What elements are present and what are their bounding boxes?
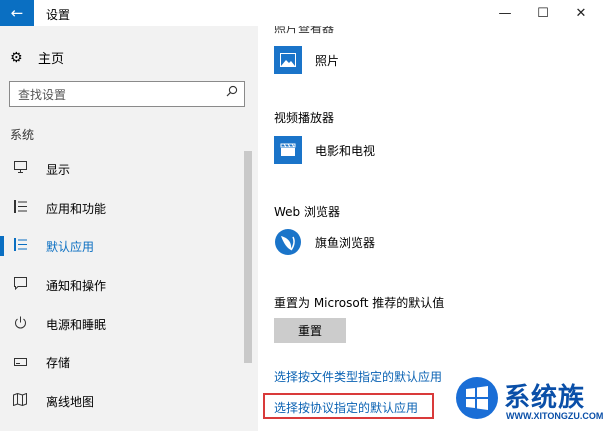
browser-app-name: 旗鱼浏览器 [315,235,376,250]
close-button[interactable]: ✕ [564,2,598,24]
home-label: 主页 [38,52,65,67]
browser-app-selector[interactable]: 旗鱼浏览器 [274,228,375,256]
sidebar-item-label: 默认应用 [46,239,95,254]
list-icon [11,199,29,217]
map-icon [11,392,29,410]
photo-app-selector[interactable]: 照片 [274,46,339,74]
sidebar-item-display[interactable]: 显示 [0,151,240,187]
section-label: 系统 [10,128,35,142]
choose-by-protocol-link[interactable]: 选择按协议指定的默认应用 [274,399,418,416]
movies-tv-app-icon [274,136,302,164]
sidebar-item-apps-features[interactable]: 应用和功能 [0,190,240,226]
photo-viewer-label: 照片查看器 [274,26,335,35]
reset-button-label: 重置 [297,324,322,338]
watermark-text: 系统族 [504,383,586,413]
windows-logo-icon [456,377,498,419]
sidebar-item-storage[interactable]: 存储 [0,344,240,380]
notification-icon [11,276,29,294]
watermark-url: WWW.XITONGZU.COM [506,411,603,421]
photo-app-name: 照片 [315,53,340,68]
web-browser-label: Web 浏览器 [274,205,340,219]
back-arrow-icon: ← [10,4,24,22]
search-input[interactable]: 查找设置 [9,81,245,107]
sidebar-item-label: 离线地图 [46,394,95,409]
close-icon: ✕ [575,5,587,21]
selection-marker [0,236,4,256]
default-apps-icon [11,237,29,255]
window-title: 设置 [46,8,71,22]
video-player-label: 视频播放器 [274,111,335,125]
photos-app-icon [274,46,302,74]
main-content: 照片查看器 照片 视频播放器 电影和电视 Web 浏览器 旗鱼浏览器 重置为 M… [258,26,603,431]
monitor-icon [11,161,29,177]
video-app-selector[interactable]: 电影和电视 [274,136,375,164]
maximize-button[interactable]: ☐ [526,2,560,24]
browser-app-icon [274,228,302,256]
sidebar-scrollbar[interactable] [244,151,252,363]
sidebar-item-label: 应用和功能 [46,201,107,216]
sidebar-item-label: 通知和操作 [46,278,107,293]
choose-by-file-type-link[interactable]: 选择按文件类型指定的默认应用 [274,368,442,385]
sidebar-item-notifications[interactable]: 通知和操作 [0,267,240,303]
reset-description: 重置为 Microsoft 推荐的默认值 [274,296,445,310]
back-button[interactable]: ← [0,0,34,26]
power-icon [11,316,29,333]
gear-icon: ⚙ [10,49,23,66]
sidebar-item-default-apps[interactable]: 默认应用 [0,228,240,264]
storage-icon [11,355,29,370]
minimize-icon: — [498,5,512,21]
maximize-icon: ☐ [537,5,549,21]
watermark: 系统族 WWW.XITONGZU.COM [452,373,603,429]
reset-button[interactable]: 重置 [274,318,346,343]
minimize-button[interactable]: — [488,2,522,24]
home-nav-item[interactable]: ⚙ 主页 [10,48,65,68]
sidebar-item-power-sleep[interactable]: 电源和睡眠 [0,306,240,342]
sidebar-item-label: 显示 [46,162,71,177]
sidebar: ⚙ 主页 查找设置 系统 显示 应用和功能 默认应用 通知和操作 电源和睡眠 存… [0,26,258,431]
sidebar-item-offline-maps[interactable]: 离线地图 [0,383,240,419]
search-icon [226,85,238,100]
sidebar-item-label: 存储 [46,355,71,370]
search-placeholder: 查找设置 [18,88,67,102]
video-app-name: 电影和电视 [315,143,376,158]
title-bar: ← 设置 — ☐ ✕ [0,0,603,26]
sidebar-item-label: 电源和睡眠 [46,317,107,332]
